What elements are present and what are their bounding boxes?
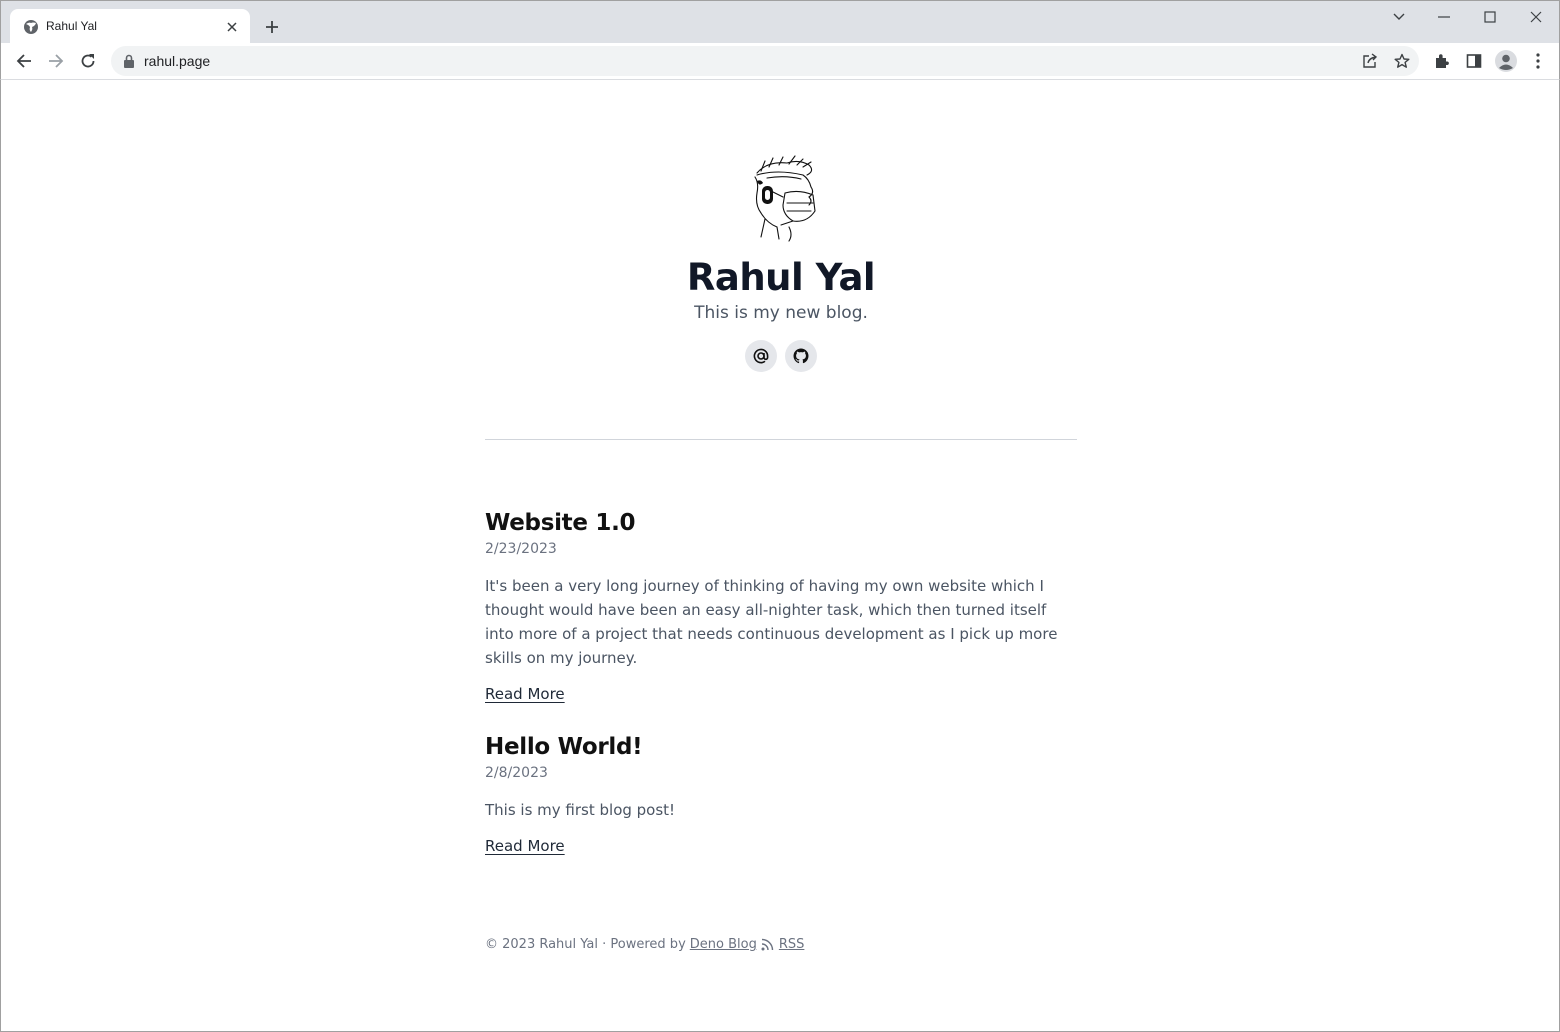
browser-chrome: Rahul Yal rahul.page [0,0,1560,80]
rss-link[interactable]: RSS [761,937,805,952]
post-snippet: This is my first blog post! [485,801,676,819]
back-icon[interactable] [9,46,39,76]
footer-copyright: © 2023 Rahul Yal · Powered by [485,937,686,952]
email-link[interactable] [745,340,777,372]
lock-icon [124,54,134,68]
url-text: rahul.page [144,53,211,69]
tab-search-icon[interactable] [1376,1,1422,33]
header-divider [485,439,1077,440]
bookmark-star-icon[interactable] [1390,49,1414,73]
address-bar[interactable]: rahul.page [111,46,1419,76]
reload-icon[interactable] [73,46,103,76]
site-description: This is my new blog. [694,303,868,323]
extensions-icon[interactable] [1427,46,1457,76]
read-more-link[interactable]: Read More [485,834,565,858]
read-more-link[interactable]: Read More [485,682,565,706]
rss-icon [761,938,774,951]
rss-label: RSS [778,937,805,952]
share-icon[interactable] [1358,49,1382,73]
minimize-icon[interactable] [1421,1,1467,33]
page-viewport: Rahul Yal This is my new blog. Website 1… [0,80,1560,1032]
close-icon[interactable] [1513,1,1559,33]
forward-icon[interactable] [41,46,71,76]
github-link[interactable] [785,340,817,372]
post-item: Website 1.0 2/23/2023 It's been a very l… [485,508,1077,706]
side-panel-icon[interactable] [1459,46,1489,76]
maximize-icon[interactable] [1467,1,1513,33]
post-snippet: It's been a very long journey of thinkin… [485,577,1058,667]
github-icon [793,348,809,364]
avatar [754,155,816,242]
tab-title: Rahul Yal [46,19,97,33]
browser-toolbar: rahul.page [0,43,1560,80]
menu-icon[interactable] [1523,46,1553,76]
tab-strip: Rahul Yal [0,0,1560,45]
deno-blog-link[interactable]: Deno Blog [690,937,757,952]
globe-icon [24,20,38,34]
browser-tab[interactable]: Rahul Yal [10,9,250,45]
post-title[interactable]: Website 1.0 [485,508,1077,538]
profile-icon[interactable] [1491,46,1521,76]
page-footer: © 2023 Rahul Yal · Powered by Deno Blog … [485,937,1077,952]
new-tab-icon[interactable] [259,14,285,40]
post-item: Hello World! 2/8/2023 This is my first b… [485,732,1077,858]
at-icon [753,348,769,364]
site-title: Rahul Yal [686,256,876,299]
tab-close-icon[interactable] [222,17,242,37]
post-date: 2/8/2023 [485,765,548,781]
post-title[interactable]: Hello World! [485,732,1077,762]
post-date: 2/23/2023 [485,541,557,557]
